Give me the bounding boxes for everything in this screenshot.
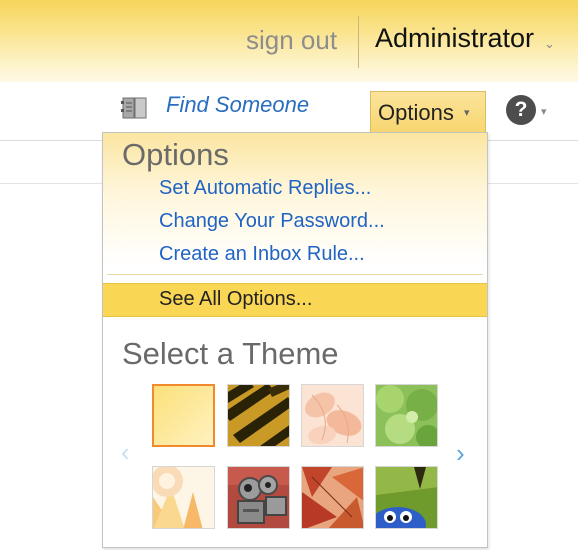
- user-name-menu[interactable]: Administrator: [375, 23, 534, 54]
- chevron-down-icon[interactable]: ▾: [541, 105, 547, 118]
- theme-tile-sunrise-rays[interactable]: [152, 466, 215, 529]
- address-book-icon[interactable]: [121, 94, 149, 122]
- theme-tile-green-leaves[interactable]: [375, 384, 438, 447]
- options-button[interactable]: Options ▾: [370, 91, 486, 133]
- theme-tile-autumn-leaves[interactable]: [301, 466, 364, 529]
- find-someone-link[interactable]: Find Someone: [166, 92, 309, 118]
- set-automatic-replies-link[interactable]: Set Automatic Replies...: [159, 177, 371, 200]
- theme-tile-peach-petals[interactable]: [301, 384, 364, 447]
- chevron-down-icon[interactable]: ⌄: [544, 36, 555, 52]
- next-themes-arrow-icon[interactable]: ›: [456, 438, 465, 469]
- chevron-down-icon: ▾: [464, 107, 470, 119]
- content-pane-left: [0, 141, 102, 184]
- theme-tile-default-yellow[interactable]: [152, 384, 215, 447]
- see-all-options-label: See All Options...: [159, 288, 313, 310]
- select-theme-title: Select a Theme: [122, 336, 339, 371]
- create-inbox-rule-link[interactable]: Create an Inbox Rule...: [159, 243, 365, 266]
- content-pane-right: [487, 141, 578, 184]
- header-divider: [358, 16, 359, 68]
- options-menu-title: Options: [122, 137, 229, 172]
- options-button-label: Options: [378, 100, 454, 125]
- menu-divider: [107, 274, 483, 275]
- theme-tile-zebra-stripes[interactable]: [227, 384, 290, 447]
- change-password-link[interactable]: Change Your Password...: [159, 210, 385, 233]
- previous-themes-arrow-icon[interactable]: ‹: [121, 437, 130, 468]
- see-all-options-item[interactable]: See All Options...: [103, 283, 487, 317]
- options-dropdown: Options Set Automatic Replies... Change …: [102, 132, 488, 548]
- theme-tile-blue-creature[interactable]: [375, 466, 438, 529]
- sign-out-link[interactable]: sign out: [246, 25, 337, 56]
- help-icon[interactable]: ?: [506, 95, 536, 125]
- theme-tile-robots[interactable]: [227, 466, 290, 529]
